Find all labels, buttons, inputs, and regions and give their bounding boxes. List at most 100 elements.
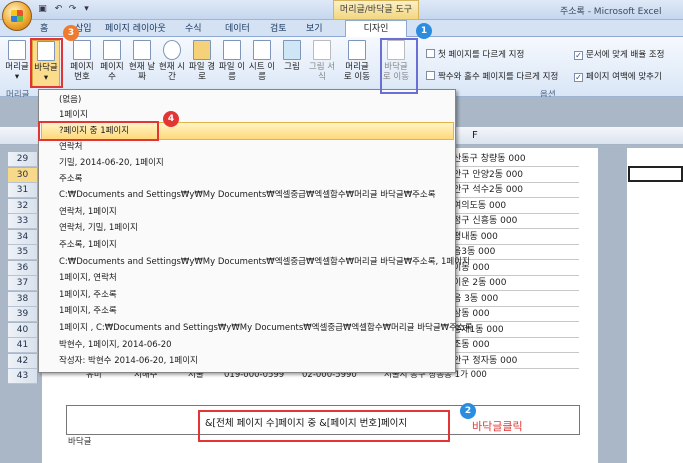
format-picture-button[interactable]: 그림 서식 [308, 40, 336, 82]
cell-f[interactable]: 안구 석수2동 000 [452, 183, 579, 198]
page-number-button[interactable]: 페이지 번호 [68, 40, 96, 82]
menu-item[interactable]: 1페이지, 연락처 [59, 271, 117, 286]
row-header-36[interactable]: 36 [8, 260, 38, 276]
current-date-button[interactable]: 현재 날짜 [128, 40, 156, 82]
row-header-41[interactable]: 41 [8, 338, 38, 353]
cell-f[interactable]: 이운 2동 000 [452, 276, 579, 291]
page-count-icon [103, 40, 121, 60]
undo-icon[interactable]: ↶ [52, 3, 65, 16]
row-header-34[interactable]: 34 [8, 229, 38, 245]
picture-button[interactable]: 그림 [278, 40, 306, 72]
cell-f[interactable]: 산동구 창량동 000 [452, 152, 579, 167]
footer-label: 바닥글 [68, 437, 92, 447]
tab-design[interactable]: 디자인 [345, 20, 407, 37]
menu-item[interactable]: 작성자: 박현수 2014-06-20, 1페이지 [59, 354, 198, 369]
row-header-30[interactable]: 30 [8, 167, 38, 183]
office-logo-icon [11, 10, 23, 22]
redo-icon[interactable]: ↷ [66, 3, 79, 16]
row-header-33[interactable]: 33 [8, 214, 38, 229]
file-path-button[interactable]: 파일 경로 [188, 40, 216, 82]
tab-formulas[interactable]: 수식 [185, 22, 202, 37]
cell-f[interactable]: 안구 안양2동 000 [452, 168, 579, 183]
cell-f[interactable]: 조동 000 [452, 338, 579, 353]
cell-f[interactable]: 이동 000 [452, 261, 579, 276]
customize-qat-icon[interactable]: ▾ [80, 3, 93, 16]
row-header-43[interactable]: 43 [8, 369, 38, 384]
cell-f[interactable]: 정구 신흥동 000 [452, 214, 579, 229]
calendar-icon [133, 40, 151, 60]
option-different-odd-even[interactable]: 짝수와 홀수 페이지를 다르게 지정 [426, 70, 558, 82]
format-picture-icon [313, 40, 331, 60]
file-icon [223, 40, 241, 60]
tab-view[interactable]: 보기 [306, 22, 323, 37]
marker-4: 4 [163, 111, 179, 127]
cell-f[interactable]: 평내동 000 [452, 230, 579, 245]
page-count-button[interactable]: 페이지 수 [98, 40, 126, 82]
file-name-button[interactable]: 파일 이름 [218, 40, 246, 82]
goto-header-button[interactable]: 머리글로 이동 [343, 40, 371, 82]
sheet-icon [253, 40, 271, 60]
menu-item[interactable]: 연락처, 기밀, 1페이지 [59, 221, 138, 236]
column-header-f[interactable]: F [472, 130, 478, 141]
office-button[interactable] [2, 1, 32, 31]
sheet-name-button[interactable]: 시트 이름 [248, 40, 276, 82]
current-time-button[interactable]: 현재 시간 [158, 40, 186, 82]
row-header-32[interactable]: 32 [8, 198, 38, 214]
menu-item[interactable]: 1페이지, 주소록 [59, 288, 117, 303]
menu-item[interactable]: 주소록, 1페이지 [59, 238, 117, 253]
row-header-40[interactable]: 40 [8, 322, 38, 338]
row-header-38[interactable]: 38 [8, 291, 38, 307]
marker-2: 2 [460, 403, 476, 419]
row-header-35[interactable]: 35 [8, 245, 38, 260]
cell-f[interactable]: 음 3동 000 [452, 292, 579, 307]
checkbox-icon [426, 71, 435, 80]
row-header-42[interactable]: 42 [8, 353, 38, 369]
save-icon[interactable]: ▣ [36, 3, 49, 16]
clock-icon [163, 40, 181, 60]
cell-f[interactable]: 여의도동 000 [452, 199, 579, 214]
annotation-box-goto-footer [380, 38, 418, 94]
cell-f[interactable]: 삼동 000 [452, 307, 579, 322]
page-number-icon [73, 40, 91, 60]
checkbox-checked-icon: ✓ [574, 51, 583, 60]
goto-header-icon [348, 40, 366, 60]
menu-item[interactable]: 박현수, 1페이지, 2014-06-20 [59, 338, 172, 353]
tab-home[interactable]: 홈 [40, 22, 48, 37]
window-title: 주소록 - Microsoft Excel [560, 7, 662, 17]
option-different-first-page[interactable]: 첫 페이지를 다르게 지정 [426, 48, 524, 60]
next-page-preview [627, 148, 683, 463]
menu-item[interactable]: 주소록 [59, 172, 82, 187]
picture-icon [283, 40, 301, 60]
row-header-39[interactable]: 39 [8, 307, 38, 322]
option-align-page-margins[interactable]: ✓ 페이지 여백에 맞추기 [574, 70, 662, 82]
header-button[interactable]: 머리글 ▾ [3, 40, 31, 82]
menu-item[interactable]: C:₩Documents and Settings₩y₩My Documents… [59, 255, 470, 270]
row-header-31[interactable]: 31 [8, 183, 38, 198]
cell-f[interactable]: 음3동 000 [452, 245, 579, 260]
menu-item[interactable]: 연락처, 1페이지 [59, 205, 117, 220]
annotation-box-footer-button [30, 38, 63, 88]
menu-item[interactable]: 연락처 [59, 140, 82, 155]
menu-item[interactable]: 1페이지 , C:₩Documents and Settings₩y₩My Do… [59, 321, 473, 336]
marker-3: 3 [63, 25, 79, 41]
cell-f[interactable]: 안구 정자동 000 [452, 354, 579, 369]
option-scale-with-document[interactable]: ✓ 문서에 맞게 배율 조정 [574, 48, 665, 60]
ribbon-tab-bar [0, 20, 683, 37]
tab-review[interactable]: 검토 [270, 22, 287, 37]
annotation-box-footer-field [198, 410, 450, 442]
row-header-37[interactable]: 37 [8, 276, 38, 291]
tab-page-layout[interactable]: 페이지 레이아웃 [105, 22, 166, 37]
menu-item[interactable]: 1페이지, 주소록 [59, 304, 117, 319]
menu-item[interactable]: 기밀, 2014-06-20, 1페이지 [59, 156, 164, 171]
active-cell[interactable] [628, 166, 683, 182]
context-tab-header-footer-tools: 머리글/바닥글 도구 [333, 0, 419, 20]
menu-item[interactable]: (없음) [59, 93, 81, 108]
folder-icon [193, 40, 211, 60]
checkbox-icon [426, 49, 435, 58]
marker-1: 1 [416, 23, 432, 39]
menu-item[interactable]: C:₩Documents and Settings₩y₩My Documents… [59, 188, 436, 203]
row-header-29[interactable]: 29 [8, 152, 38, 167]
annotation-footer-click: 바닥글클릭 [472, 420, 523, 433]
tab-data[interactable]: 데이터 [225, 22, 250, 37]
checkbox-checked-icon: ✓ [574, 73, 583, 82]
